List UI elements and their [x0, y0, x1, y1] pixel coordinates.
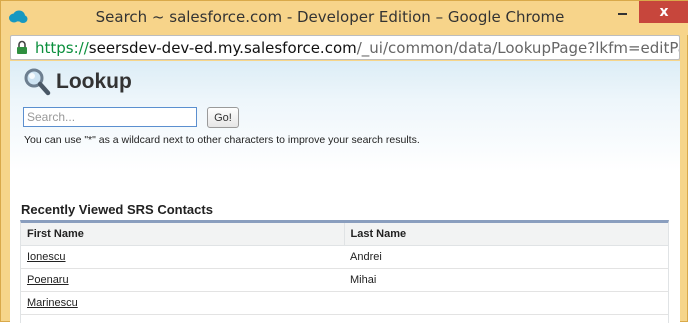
url-scheme: https://: [35, 39, 89, 57]
contact-link[interactable]: Poenaru: [27, 274, 69, 286]
page-title: Lookup: [56, 70, 132, 93]
first-name-cell: Ionescu: [21, 245, 344, 269]
table-header-row: First Name Last Name: [21, 223, 668, 246]
table-row: Marinescu: [21, 291, 668, 315]
contact-link[interactable]: Ionescu: [27, 251, 66, 263]
close-button[interactable]: x: [639, 1, 688, 23]
contact-link[interactable]: Marinescu: [27, 297, 78, 309]
address-bar[interactable]: https://seersdev-dev-ed.my.salesforce.co…: [10, 35, 680, 60]
column-header-last-name: Last Name: [344, 223, 668, 246]
url-text[interactable]: https://seersdev-dev-ed.my.salesforce.co…: [35, 39, 680, 57]
search-input[interactable]: [23, 107, 197, 127]
section-title: Recently Viewed SRS Contacts: [21, 202, 213, 217]
url-path: /_ui/common/data/LookupPage?lkfm=editPa: [356, 39, 680, 57]
window-title: Search ~ salesforce.com - Developer Edit…: [95, 8, 565, 26]
first-name-cell: Poenaru: [21, 268, 344, 292]
title-bar: Search ~ salesforce.com - Developer Edit…: [1, 1, 688, 35]
wildcard-hint: You can use "*" as a wildcard next to ot…: [24, 134, 420, 146]
recent-contacts-table: First Name Last Name Ionescu Andrei Poen…: [20, 220, 669, 323]
go-button[interactable]: Go!: [207, 107, 239, 128]
column-header-first-name: First Name: [21, 223, 345, 246]
first-name-cell: Marinescu: [21, 291, 344, 315]
url-host: seersdev-dev-ed.my.salesforce.com: [88, 39, 357, 57]
last-name-cell: Mihai: [344, 268, 668, 292]
minimize-icon: [617, 13, 627, 15]
lock-icon: [17, 40, 27, 54]
magnifier-icon: [24, 68, 51, 96]
last-name-cell: Andrei: [344, 245, 668, 269]
table-row: Poenaru Mihai: [21, 268, 668, 292]
last-name-cell: [344, 291, 668, 315]
minimize-button[interactable]: [607, 1, 637, 23]
lookup-page: Lookup Go! You can use "*" as a wildcard…: [10, 61, 680, 323]
browser-window: Search ~ salesforce.com - Developer Edit…: [0, 0, 688, 323]
table-row: Ionescu Andrei: [21, 245, 668, 269]
